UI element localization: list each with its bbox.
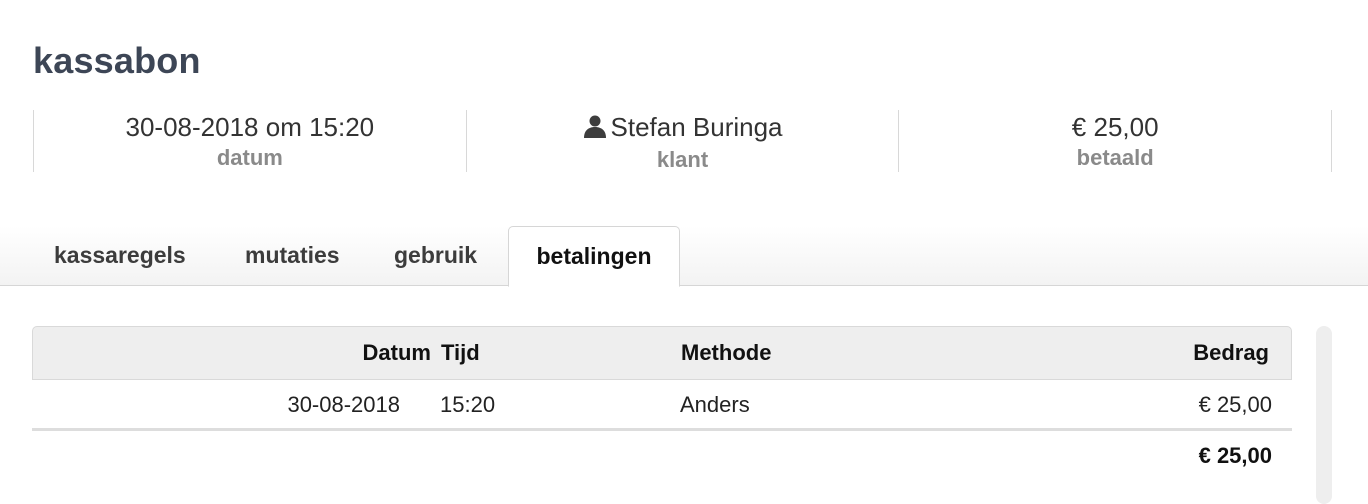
column-header-tijd[interactable]: Tijd (441, 327, 480, 379)
column-header-datum[interactable]: Datum (363, 327, 431, 379)
summary-stats: 30-08-2018 om 15:20 datum Stefan Buringa… (33, 110, 1333, 172)
cell-methode: Anders (680, 392, 750, 417)
receipt-page: kassabon 30-08-2018 om 15:20 datum Stefa… (0, 0, 1368, 504)
total-amount: € 25,00 (1198, 443, 1272, 468)
customer-name-link[interactable]: Stefan Buringa (611, 112, 783, 142)
stat-date-value: 30-08-2018 om 15:20 (125, 112, 375, 142)
table-header: Datum Tijd Methode Bedrag (32, 326, 1292, 380)
tab-gebruik[interactable]: gebruik (394, 226, 477, 286)
stat-paid-label: betaald (1076, 145, 1154, 170)
scrollbar[interactable] (1316, 326, 1332, 504)
stat-customer-label: klant (656, 147, 709, 172)
page-title: kassabon (33, 40, 201, 81)
payments-table: Datum Tijd Methode Bedrag 30-08-2018 15:… (32, 326, 1292, 483)
stat-customer: Stefan Buringa klant (465, 110, 899, 172)
cell-datum: 30-08-2018 (287, 392, 400, 417)
stat-paid: € 25,00 betaald (898, 110, 1333, 172)
stat-paid-value: € 25,00 (1071, 112, 1159, 142)
tab-betalingen[interactable]: betalingen (508, 226, 680, 287)
cell-tijd: 15:20 (440, 392, 496, 417)
table-row[interactable]: 30-08-2018 15:20 Anders € 25,00 (32, 380, 1292, 431)
table-footer: € 25,00 (32, 431, 1292, 483)
tab-kassaregels[interactable]: kassaregels (54, 226, 186, 286)
stat-date-label: datum (216, 145, 283, 170)
column-header-methode[interactable]: Methode (681, 327, 771, 379)
column-header-bedrag[interactable]: Bedrag (1193, 327, 1269, 379)
cell-bedrag: € 25,00 (1198, 392, 1272, 417)
tab-bar: kassaregels mutaties gebruik betalingen (0, 226, 1368, 287)
tab-mutaties[interactable]: mutaties (245, 226, 340, 286)
stat-date: 30-08-2018 om 15:20 datum (33, 110, 466, 172)
person-icon (583, 114, 607, 144)
